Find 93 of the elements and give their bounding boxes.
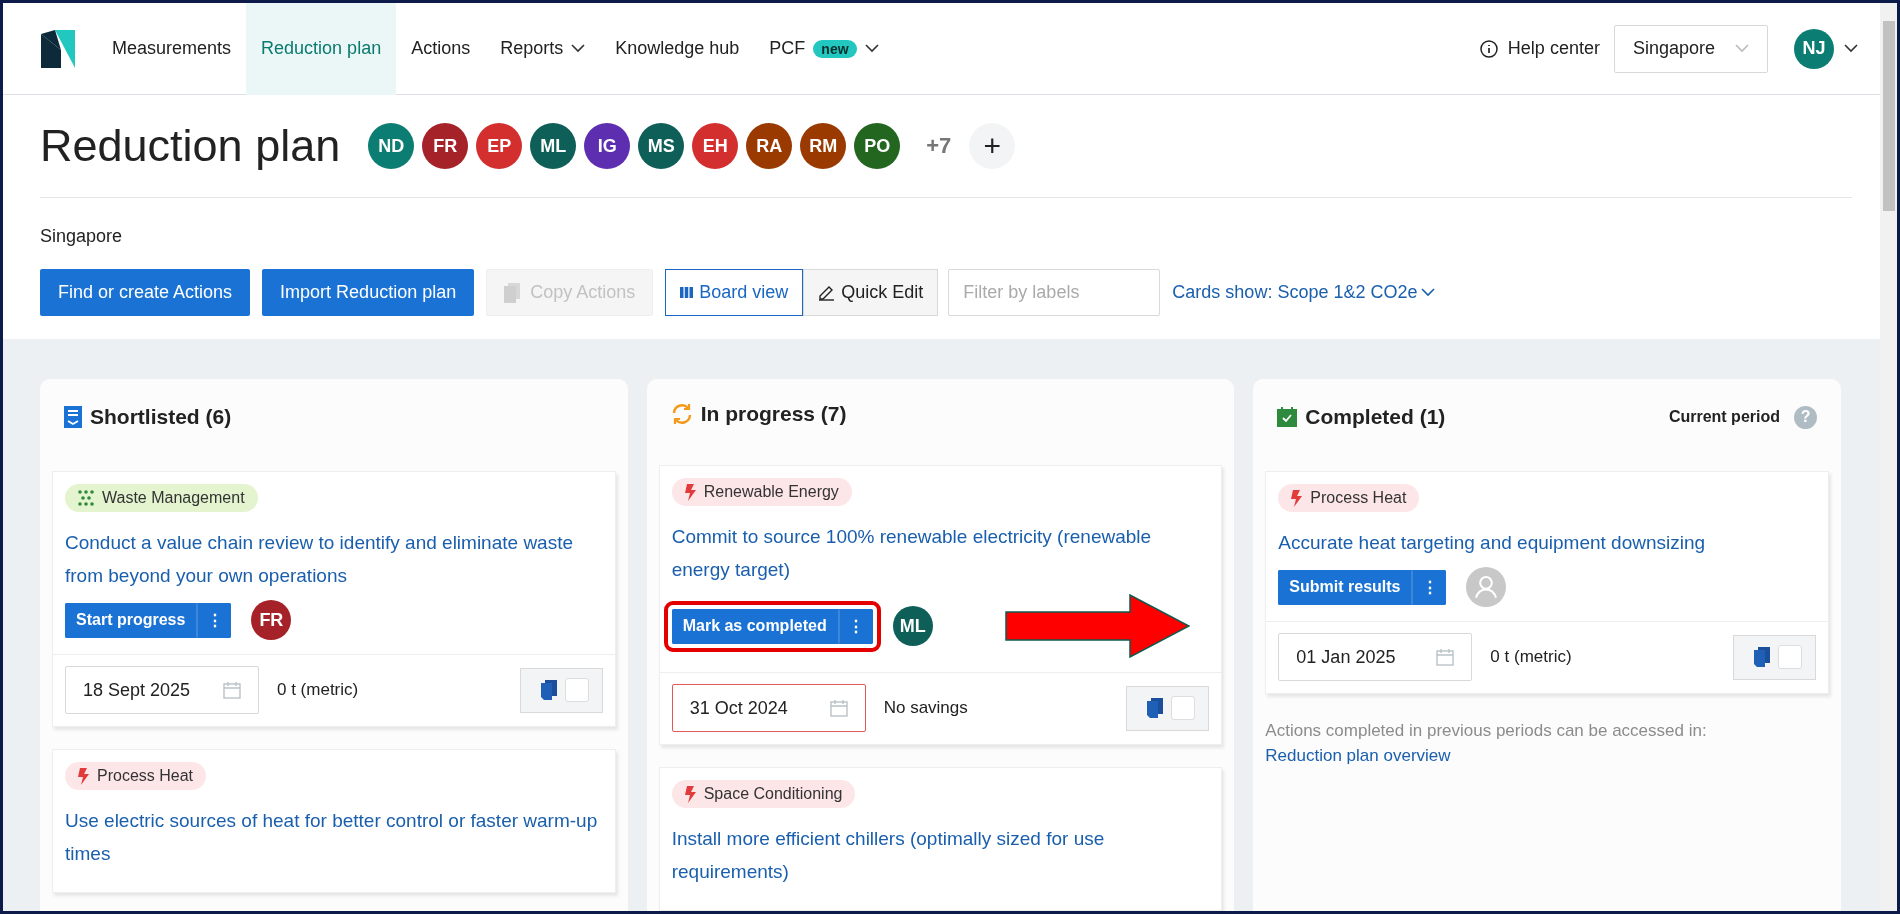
filter-field[interactable]: Filter by labels xyxy=(948,269,1161,316)
action-button[interactable]: Mark as completed xyxy=(671,608,840,644)
overview-link[interactable]: Reduction plan overview xyxy=(1265,746,1451,765)
chevron-down-icon xyxy=(1735,44,1749,53)
selection-control[interactable] xyxy=(1126,685,1210,731)
tag-label: Waste Management xyxy=(102,489,245,507)
date-field[interactable]: 01 Jan 2025 xyxy=(1278,633,1473,681)
toolbar-button[interactable]: Find or create Actions xyxy=(40,269,251,316)
action-title-link[interactable]: Use electric sources of heat for better control or faster warm-up times xyxy=(65,804,603,870)
nav-tab[interactable]: Reduction plan xyxy=(246,2,397,95)
date-field[interactable]: 18 Sept 2025 xyxy=(65,666,259,714)
dots-icon xyxy=(78,490,94,506)
avatar: IG xyxy=(584,123,631,169)
cards-show-dropdown[interactable]: Cards show: Scope 1&2 CO2e xyxy=(1172,282,1436,303)
nav-tab[interactable]: Actions xyxy=(396,2,486,95)
avatar: NJ xyxy=(1794,28,1834,69)
page-title: Reduction plan xyxy=(40,120,341,172)
view-toggle[interactable]: Quick Edit xyxy=(803,269,939,316)
chevron-down-icon xyxy=(1421,288,1436,297)
lightning-icon xyxy=(684,483,696,501)
columns-icon xyxy=(680,287,694,298)
nav-tab[interactable]: Reports xyxy=(485,2,601,95)
column-title: In progress (7) xyxy=(700,402,847,426)
tag-label: Process Heat xyxy=(1310,489,1407,507)
nav-label: Reduction plan xyxy=(261,38,382,59)
savings-value: No savings xyxy=(883,698,968,718)
tag-label: Process Heat xyxy=(97,767,194,785)
copy-icon xyxy=(1754,647,1770,667)
view-toggle[interactable]: Board view xyxy=(665,269,804,316)
copy-icon xyxy=(540,680,557,700)
checkbox[interactable] xyxy=(1778,645,1802,669)
savings-value: 0 t (metric) xyxy=(277,680,359,700)
savings-value: 0 t (metric) xyxy=(1490,647,1572,667)
nav-label: Measurements xyxy=(112,38,232,59)
checkbox[interactable] xyxy=(564,678,589,702)
calendar-check-icon xyxy=(1277,407,1298,427)
lightning-icon xyxy=(1291,489,1303,507)
scrollbar[interactable] xyxy=(1880,3,1897,911)
info-note: Actions completed in previous periods can be accessed in: xyxy=(1265,720,1708,742)
calendar-icon xyxy=(223,681,241,699)
avatar: ND xyxy=(368,123,415,169)
action-title-link[interactable]: Conduct a value chain review to identify and eliminate waste from beyond your own operations xyxy=(65,526,603,592)
calendar-icon xyxy=(1436,648,1455,666)
avatar: RA xyxy=(746,123,793,169)
new-badge: new xyxy=(813,39,857,58)
nav-tab[interactable]: PCF new xyxy=(754,2,894,95)
column-title: Shortlisted (6) xyxy=(90,405,232,429)
info-icon xyxy=(1479,39,1498,58)
avatar: ML xyxy=(530,123,577,169)
avatar: MS xyxy=(638,123,685,169)
column-title: Completed (1) xyxy=(1305,405,1446,429)
help-center-link[interactable]: Help center xyxy=(1507,38,1600,59)
action-title-link[interactable]: Install more efficient chillers (optimally sized for use requirements) xyxy=(671,822,1210,888)
nav-tab[interactable]: Measurements xyxy=(97,2,247,95)
avatar: PO xyxy=(854,123,901,169)
location-select[interactable]: Singapore xyxy=(1613,24,1768,73)
action-title-link[interactable]: Commit to source 100% renewable electricity (renewable energy target) xyxy=(671,520,1210,586)
tag-label: Space Conditioning xyxy=(703,785,843,803)
more-members-count[interactable]: +7 xyxy=(926,133,952,159)
avatar: FR xyxy=(422,123,469,169)
checkbox[interactable] xyxy=(1171,696,1196,720)
location-subtitle: Singapore xyxy=(40,226,124,247)
avatar: ML xyxy=(892,606,933,646)
selection-control[interactable] xyxy=(519,667,603,713)
add-member-button[interactable]: + xyxy=(969,123,1016,169)
lightning-icon xyxy=(684,785,696,803)
avatar: EP xyxy=(476,123,523,169)
chevron-down-icon xyxy=(1844,44,1858,53)
nav-tab[interactable]: Knowledge hub xyxy=(600,2,755,95)
avatar: RM xyxy=(800,123,847,169)
action-button[interactable]: Submit results xyxy=(1278,569,1414,605)
avatar: EH xyxy=(692,123,739,169)
action-button[interactable]: Start progress xyxy=(65,602,199,638)
copy-icon xyxy=(504,282,521,303)
nav-label: Knowledge hub xyxy=(615,38,740,59)
calendar-icon xyxy=(829,699,848,717)
pencil-icon xyxy=(818,284,836,301)
user-silhouette-icon xyxy=(1466,567,1507,607)
selection-control[interactable] xyxy=(1733,634,1816,680)
lightning-icon xyxy=(78,767,89,785)
date-field[interactable]: 31 Oct 2024 xyxy=(671,684,866,732)
period-label: Current period xyxy=(1668,408,1780,426)
nav-label: Reports xyxy=(500,38,564,59)
logo-icon[interactable] xyxy=(41,29,75,68)
nav-label: Actions xyxy=(411,38,471,59)
copy-icon xyxy=(1147,698,1164,718)
list-icon xyxy=(64,406,82,428)
sync-icon xyxy=(670,403,693,425)
avatar: FR xyxy=(251,600,292,640)
action-title-link[interactable]: Accurate heat targeting and equipment downsizing xyxy=(1278,526,1816,559)
toolbar-button[interactable]: Import Reduction plan xyxy=(262,269,475,316)
tag-label: Renewable Energy xyxy=(703,483,839,501)
nav-label: PCF xyxy=(769,38,806,59)
